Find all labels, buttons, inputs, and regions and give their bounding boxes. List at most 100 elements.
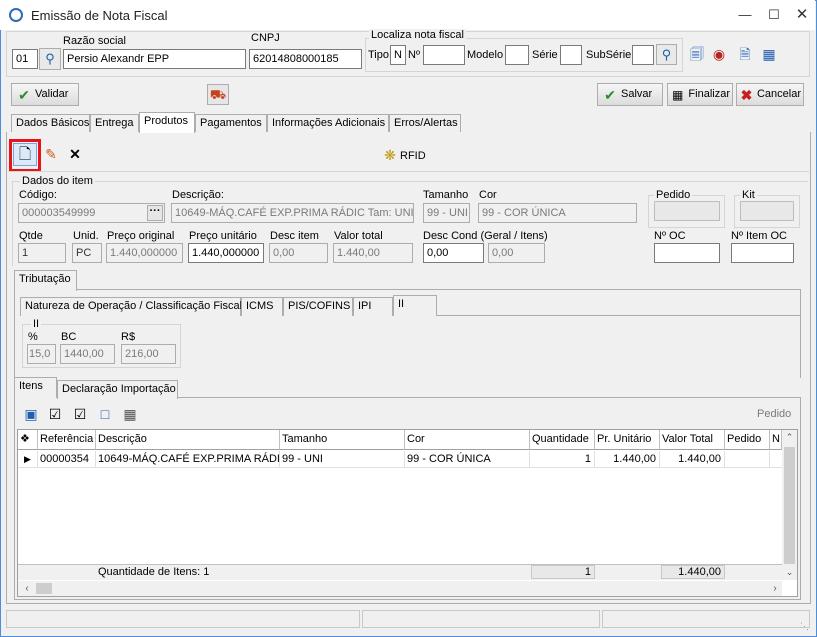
col-pr-unitario[interactable]: Pr. Unitário (595, 430, 660, 450)
ii-bc-input[interactable]: 1440,00 (60, 344, 115, 364)
delete-item-icon[interactable]: ✕ (67, 146, 83, 162)
preco-original-input[interactable]: 1.440,000000 (106, 243, 183, 263)
tipo-label: Tipo (368, 49, 389, 61)
horizontal-scroll-thumb[interactable] (36, 583, 52, 594)
tab-erros-alertas[interactable]: Erros/Alertas (389, 114, 461, 133)
modelo-input[interactable] (505, 45, 529, 65)
cnpj-input[interactable]: 62014808000185 (249, 49, 362, 69)
col-cor[interactable]: Cor (405, 430, 530, 450)
cell-pr-unitario[interactable]: 1.440,00 (595, 451, 660, 468)
descricao-input[interactable]: 10649-MÁQ.CAFÉ EXP.PRIMA RÁDIC Tam: UNI (171, 203, 414, 223)
save-check-icon: ✔ (604, 86, 616, 103)
subserie-input[interactable] (632, 45, 654, 65)
col-descricao[interactable]: Descrição (96, 430, 280, 450)
horizontal-scrollbar[interactable] (18, 581, 782, 596)
search-nota-icon[interactable]: ⚲ (656, 44, 677, 65)
subtab-ipi[interactable]: IPI (353, 297, 393, 316)
calculator-icon[interactable]: ▦ (122, 406, 138, 422)
cell-tamanho[interactable]: 99 - UNI (282, 451, 405, 468)
check-box-icon[interactable]: ☑ (72, 406, 88, 422)
scroll-left-icon[interactable]: ‹ (20, 581, 34, 596)
minimize-button[interactable]: — (731, 4, 759, 26)
col-quantidade[interactable]: Quantidade (530, 430, 595, 450)
resize-grip-icon[interactable]: ⋱ (800, 620, 812, 632)
ii-pct-input[interactable]: 15,0 (27, 344, 56, 364)
tab-tributacao[interactable]: Tributação (14, 270, 77, 291)
unid-label: Unid. (73, 230, 99, 242)
desc-cond-itens-input[interactable]: 0,00 (488, 243, 545, 263)
tab-entrega[interactable]: Entrega (90, 114, 139, 133)
subtab-icms[interactable]: ICMS (241, 297, 283, 316)
window-icon[interactable]: □ (97, 406, 113, 422)
select-all-icon[interactable]: ▣ (23, 406, 39, 422)
tab-produtos[interactable]: Produtos (139, 112, 195, 133)
kit-input[interactable] (740, 201, 794, 221)
report-icon[interactable]: 🗎 (737, 46, 753, 62)
qtde-input[interactable]: 1 (18, 243, 66, 263)
tab-pagamentos[interactable]: Pagamentos (195, 114, 267, 133)
cell-descricao[interactable]: 10649-MÁQ.CAFÉ EXP.PRIMA RÁDIC (98, 451, 280, 468)
col-pedido[interactable]: Pedido (725, 430, 770, 450)
col-n[interactable]: N (770, 430, 782, 450)
search-empresa-icon[interactable]: ⚲ (39, 48, 61, 70)
col-tamanho[interactable]: Tamanho (280, 430, 405, 450)
desc-cond-geral-input[interactable]: 0,00 (423, 243, 484, 263)
status-panel-1 (6, 610, 360, 628)
finalizar-button[interactable]: ▦ Finalizar (667, 83, 733, 106)
tamanho-input[interactable]: 99 - UNI (423, 203, 470, 223)
valor-total-input[interactable]: 1.440,00 (333, 243, 413, 263)
cell-valor-total[interactable]: 1.440,00 (660, 451, 725, 468)
check-icon: ✔ (18, 86, 30, 103)
subtab-natureza[interactable]: Natureza de Operação / Classificação Fis… (20, 297, 242, 316)
tab-itens[interactable]: Itens (14, 377, 57, 398)
razao-input[interactable]: Persio Alexandr EPP (63, 49, 246, 69)
cell-quantidade[interactable]: 1 (530, 451, 595, 468)
codigo-label: Código: (19, 189, 57, 201)
checklist-icon[interactable]: ☑ (47, 406, 63, 422)
salvar-button[interactable]: ✔ Salvar (597, 83, 663, 106)
serie-input[interactable] (560, 45, 582, 65)
new-item-icon[interactable]: 🗋 (13, 143, 37, 166)
tab-informacoes-adicionais[interactable]: Informações Adicionais (267, 114, 389, 133)
subtab-ii[interactable]: II (393, 295, 437, 316)
tab-dados-basicos[interactable]: Dados Básicos (11, 114, 90, 133)
numero-label: Nº (408, 49, 420, 61)
pedido-filter-label[interactable]: Pedido (757, 408, 791, 420)
col-referencia[interactable]: Referência (38, 430, 96, 450)
scroll-up-icon[interactable]: ⌃ (782, 430, 797, 445)
empresa-code-input[interactable]: 01 (12, 49, 38, 69)
title-bar: Emissão de Nota Fiscal — ☐ ✕ (0, 0, 815, 30)
vertical-scroll-thumb[interactable] (784, 447, 795, 564)
unid-input[interactable]: PC (72, 243, 102, 263)
grid-icon[interactable]: ▦ (761, 46, 777, 62)
maximize-button[interactable]: ☐ (760, 4, 788, 26)
ii-rs-input[interactable]: 216,00 (121, 344, 176, 364)
num-oc-input[interactable] (654, 243, 720, 263)
pedido-title: Pedido (654, 189, 693, 201)
stamp-icon[interactable]: ◉ (711, 46, 727, 62)
preco-unitario-input[interactable]: 1.440,000000 (188, 243, 264, 263)
col-valor-total[interactable]: Valor Total (660, 430, 725, 450)
cell-cor[interactable]: 99 - COR ÚNICA (407, 451, 530, 468)
subtab-pis-cofins[interactable]: PIS/COFINS (283, 297, 353, 316)
scroll-right-icon[interactable]: › (768, 581, 782, 596)
cancelar-button[interactable]: ✖ Cancelar (736, 83, 804, 106)
cor-input[interactable]: 99 - COR ÚNICA (478, 203, 637, 223)
scroll-down-icon[interactable]: ⌄ (782, 565, 797, 580)
numero-input[interactable] (423, 45, 465, 65)
num-item-oc-input[interactable] (731, 243, 794, 263)
desc-item-input[interactable]: 0,00 (269, 243, 328, 263)
cell-referencia[interactable]: 00000354 (40, 451, 96, 468)
documents-icon[interactable]: 🗐 (689, 46, 705, 62)
rfid-icon[interactable]: ❋ (382, 147, 398, 163)
codigo-ellipsis-button[interactable]: ··· (147, 205, 163, 221)
rfid-label[interactable]: RFID (400, 150, 426, 162)
tipo-input[interactable]: N (390, 45, 406, 65)
edit-item-icon[interactable]: ✎ (43, 146, 59, 162)
truck-icon[interactable]: ⛟ (207, 84, 229, 105)
cell-pedido[interactable] (725, 451, 770, 468)
codigo-input[interactable]: 000003549999 (18, 203, 165, 223)
pedido-input[interactable] (654, 201, 720, 221)
validar-button[interactable]: ✔ Validar (11, 83, 79, 106)
close-button[interactable]: ✕ (788, 4, 816, 26)
